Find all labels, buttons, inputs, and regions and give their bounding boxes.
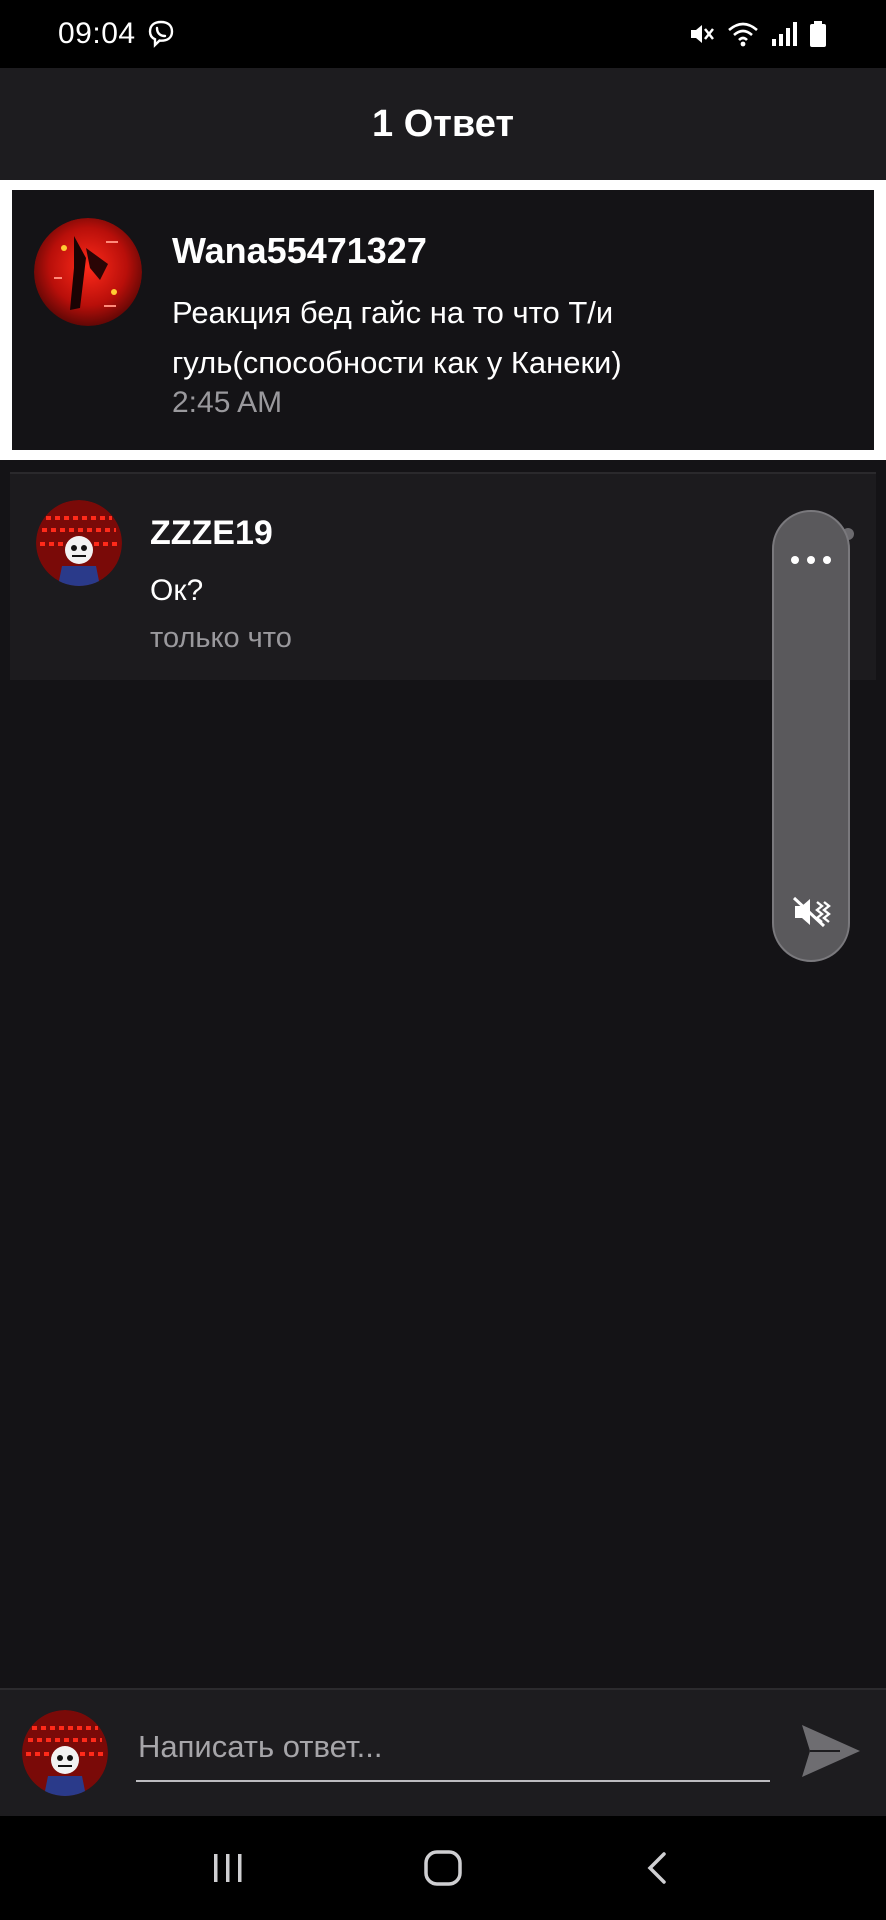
avatar[interactable] — [34, 218, 142, 326]
header: 1 Ответ — [0, 68, 886, 180]
reply-username[interactable]: ZZZE19 — [150, 514, 273, 553]
signal-icon — [770, 19, 798, 49]
battery-icon — [808, 19, 828, 49]
send-button[interactable] — [798, 1718, 864, 1784]
more-options-icon[interactable] — [774, 530, 848, 590]
reply-input[interactable] — [136, 1714, 770, 1782]
original-comment[interactable]: Wana55471327 Реакция бед гайс на то что … — [12, 190, 874, 450]
status-left: 09:04 — [58, 17, 176, 51]
comment-timestamp: 2:45 AM — [172, 386, 283, 419]
comment-username[interactable]: Wana55471327 — [172, 230, 427, 272]
back-icon[interactable] — [618, 1828, 698, 1908]
vibrate-mute-icon[interactable] — [774, 882, 848, 942]
comment-text: Реакция бед гайс на то что Т/и гуль(спос… — [172, 295, 622, 380]
avatar — [22, 1710, 108, 1796]
mute-icon — [686, 19, 716, 49]
viber-icon — [146, 19, 176, 49]
status-right — [686, 19, 828, 49]
recent-apps-icon[interactable] — [188, 1828, 268, 1908]
reply-text: Ок? — [150, 574, 204, 607]
wifi-icon — [726, 19, 760, 49]
home-icon[interactable] — [403, 1828, 483, 1908]
reply-input-bar — [0, 1688, 886, 1816]
send-icon — [802, 1725, 860, 1777]
reply-item[interactable]: ZZZE19 Ок? только что — [10, 472, 876, 680]
volume-panel[interactable] — [772, 510, 850, 962]
status-bar: 09:04 — [0, 0, 886, 68]
screen: 09:04 1 Ответ Wana55471327 Реакция бед г… — [0, 0, 886, 1920]
avatar[interactable] — [36, 500, 122, 586]
reply-timestamp: только что — [150, 622, 292, 654]
original-comment-highlight: Wana55471327 Реакция бед гайс на то что … — [0, 180, 886, 460]
navigation-bar — [0, 1816, 886, 1920]
page-title: 1 Ответ — [372, 102, 514, 145]
status-time: 09:04 — [58, 17, 136, 50]
